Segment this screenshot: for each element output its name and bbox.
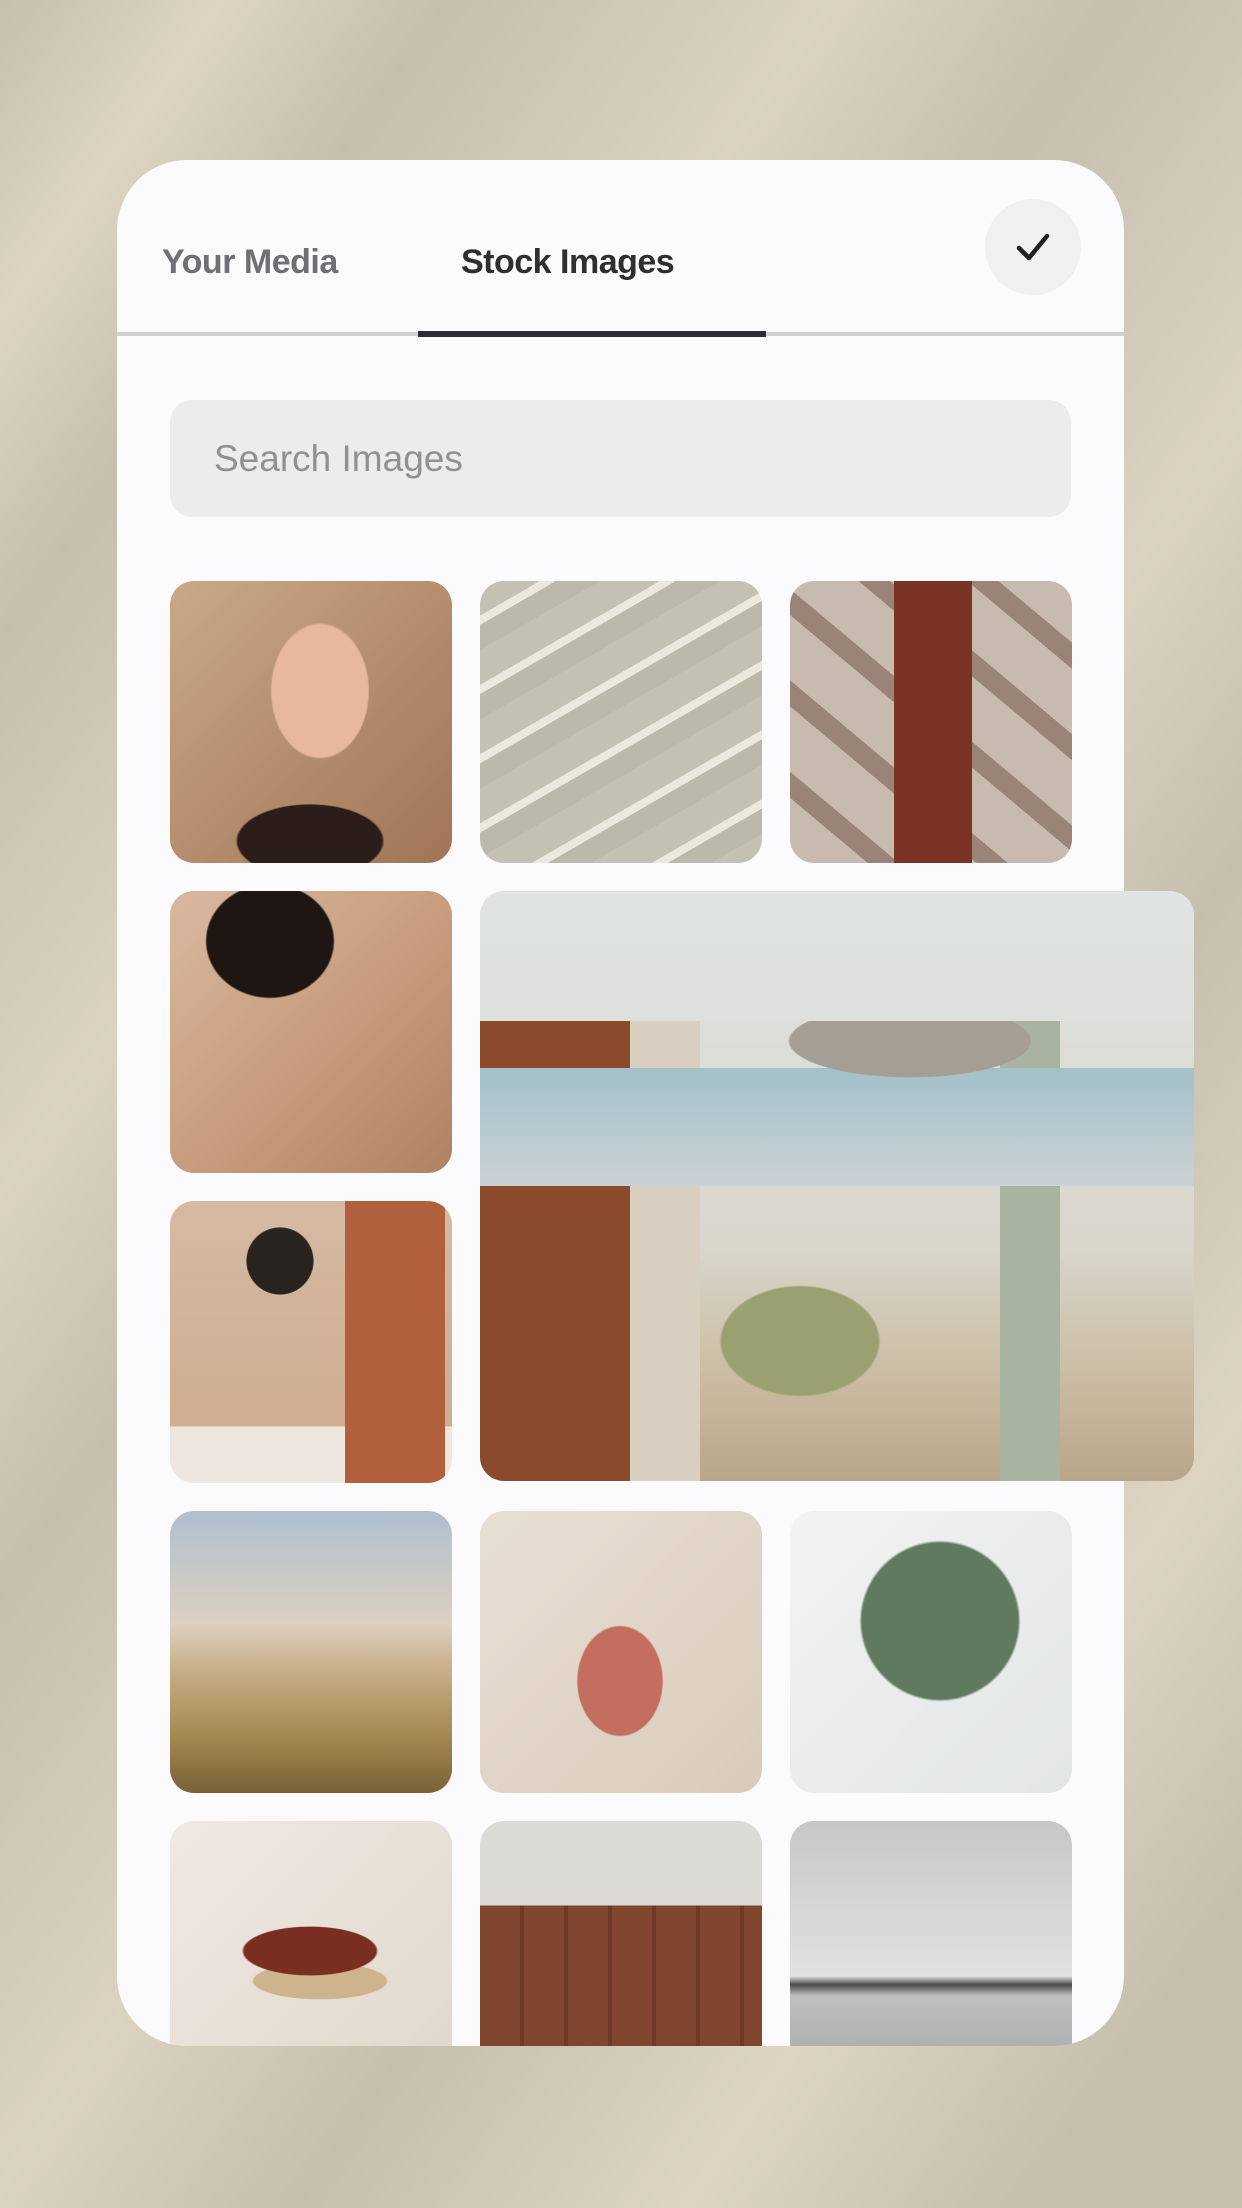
stock-image[interactable] xyxy=(790,1821,1072,2046)
stock-image[interactable] xyxy=(170,891,452,1173)
checkmark-icon xyxy=(1016,233,1050,261)
stock-image-featured[interactable] xyxy=(480,891,1194,1481)
tab-stock-images[interactable]: Stock Images xyxy=(461,242,675,282)
confirm-button[interactable] xyxy=(985,199,1081,295)
stock-image[interactable] xyxy=(480,1821,762,2046)
stock-image[interactable] xyxy=(480,581,762,863)
search-input[interactable] xyxy=(170,400,1071,517)
tab-your-media[interactable]: Your Media xyxy=(162,242,338,282)
stock-image[interactable] xyxy=(170,581,452,863)
stock-image[interactable] xyxy=(170,1821,452,2046)
active-tab-indicator xyxy=(418,331,766,337)
stock-image[interactable] xyxy=(790,581,1072,863)
stock-image[interactable] xyxy=(170,1511,452,1793)
stock-image[interactable] xyxy=(480,1511,762,1793)
stock-image[interactable] xyxy=(170,1201,452,1483)
stock-image[interactable] xyxy=(790,1511,1072,1793)
